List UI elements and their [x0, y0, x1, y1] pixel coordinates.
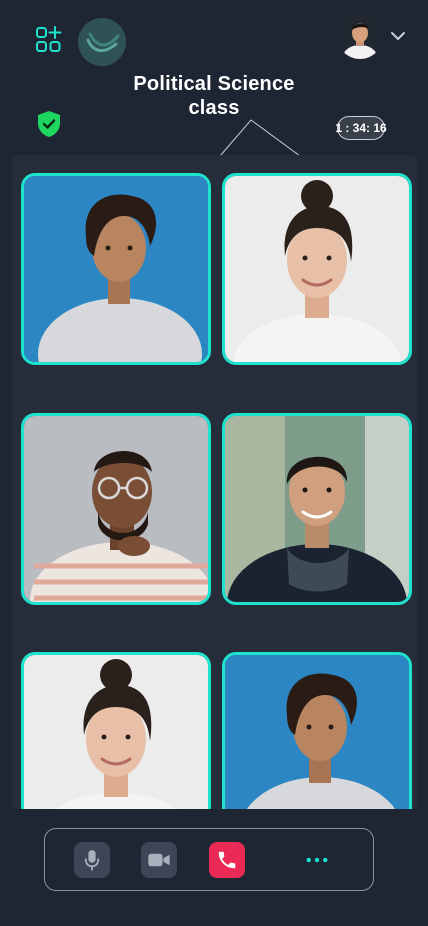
end-call-button[interactable]	[209, 842, 245, 878]
avatar[interactable]	[337, 13, 383, 59]
call-controls	[44, 828, 374, 891]
participant-tile[interactable]	[222, 652, 412, 809]
microphone-icon	[84, 850, 100, 871]
video-grid	[12, 155, 417, 809]
participant-tile[interactable]	[222, 173, 412, 365]
mute-button[interactable]	[74, 842, 110, 878]
video-camera-icon	[148, 853, 170, 867]
call-timer: 1 : 34: 16	[335, 116, 387, 140]
participant-tile[interactable]	[222, 413, 412, 605]
shield-check-icon	[38, 111, 60, 137]
participant-tile[interactable]	[21, 173, 211, 365]
apps-plus-icon[interactable]	[35, 26, 63, 54]
participant-tile[interactable]	[21, 413, 211, 605]
participant-tile[interactable]	[21, 652, 211, 809]
page-title: Political Science class	[133, 73, 295, 119]
profile-menu[interactable]	[337, 13, 409, 61]
title-pointer	[219, 119, 301, 157]
more-dots-icon	[306, 857, 328, 863]
phone-icon	[218, 851, 236, 869]
more-options-button[interactable]	[299, 842, 335, 878]
camera-button[interactable]	[141, 842, 177, 878]
chevron-down-icon[interactable]	[390, 30, 406, 42]
brand-logo	[78, 18, 126, 66]
